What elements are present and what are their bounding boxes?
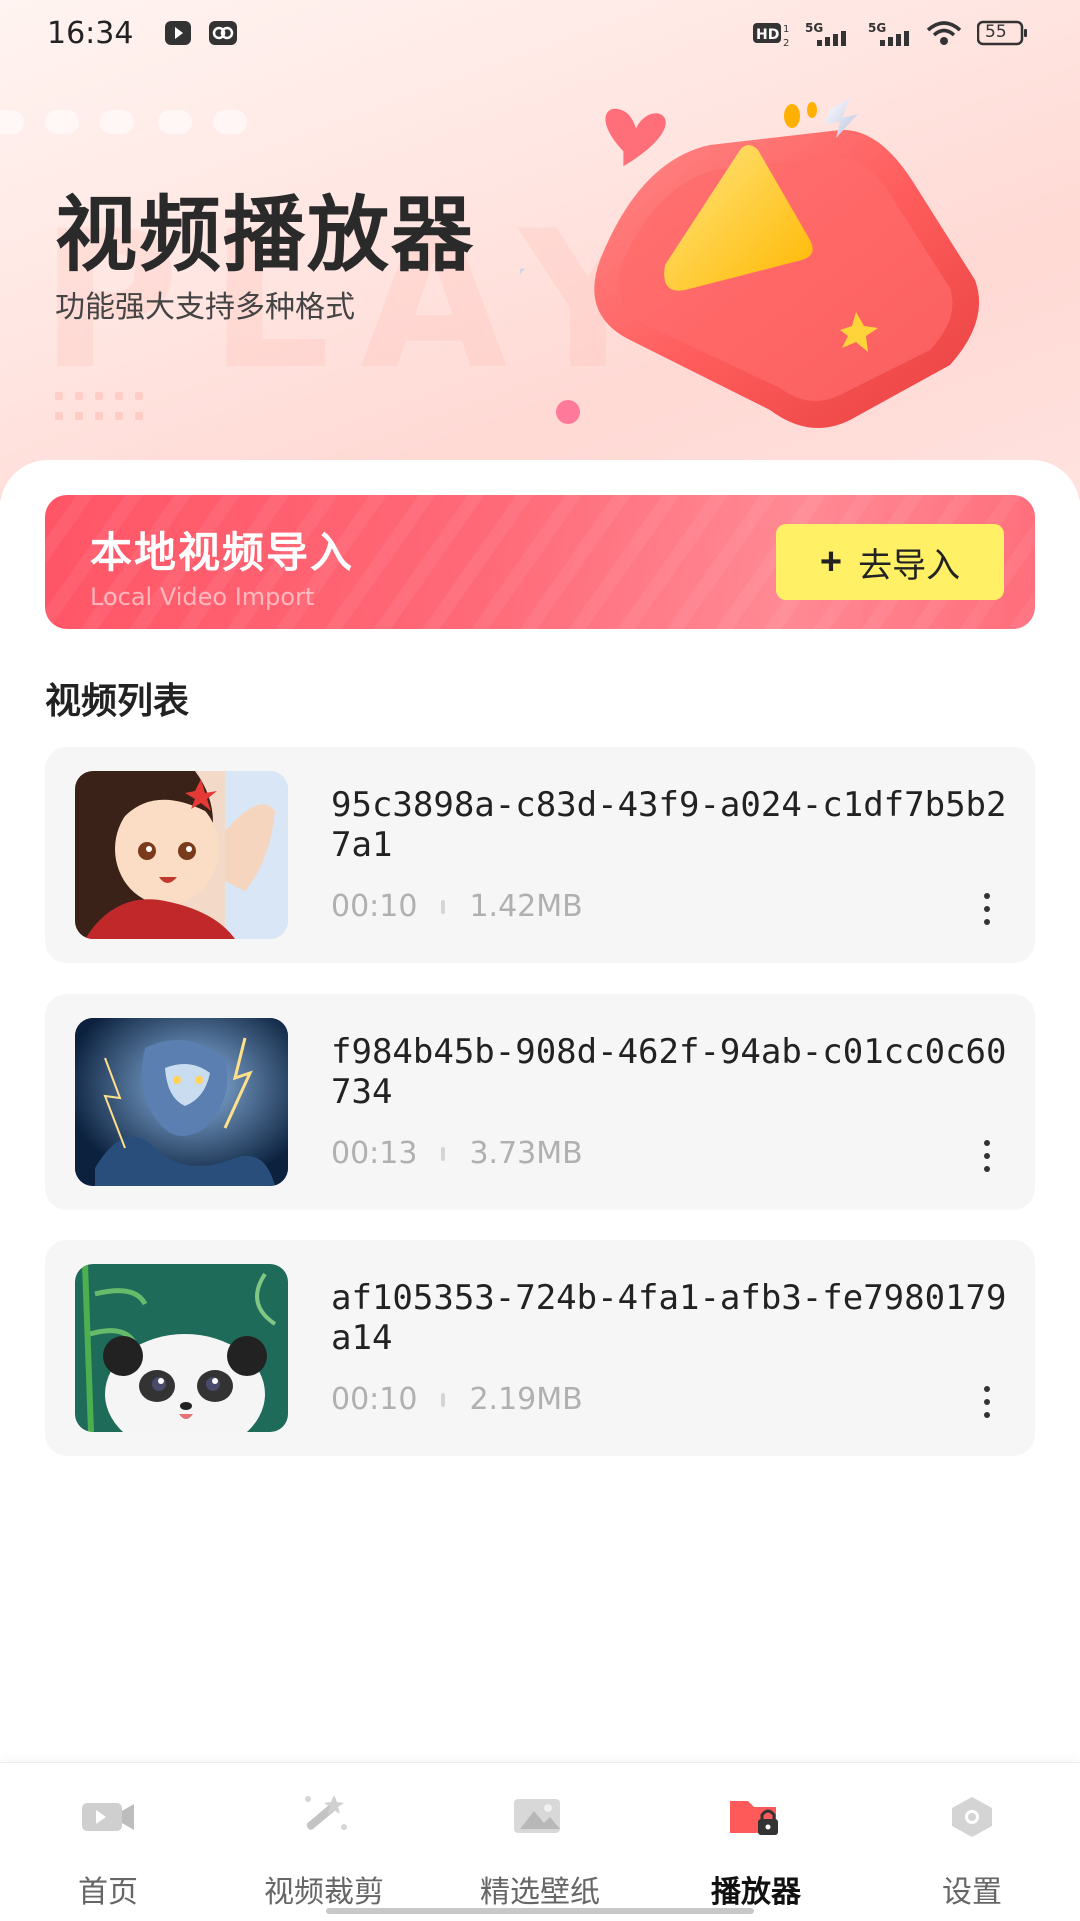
magic-wand-icon: [305, 1795, 347, 1830]
link-notification-icon: [209, 21, 237, 45]
video-meta: 00:10 2.19MB: [331, 1382, 583, 1417]
meta-divider: [441, 1392, 446, 1407]
tab-home[interactable]: 首页: [0, 1763, 216, 1921]
plus-icon: +: [819, 541, 843, 583]
battery-icon: 55: [977, 20, 1029, 46]
tab-video-trim[interactable]: 视频裁剪: [216, 1763, 432, 1921]
more-options-icon[interactable]: [977, 893, 997, 933]
play-cushion-icon: [520, 98, 980, 429]
tab-settings[interactable]: 设置: [864, 1763, 1080, 1921]
video-camera-icon: [82, 1803, 134, 1831]
svg-text:2: 2: [783, 38, 789, 48]
meta-divider: [441, 1146, 446, 1161]
status-time: 16:34: [47, 16, 134, 51]
import-banner-title: 本地视频导入: [90, 528, 355, 577]
svg-text:5G: 5G: [805, 21, 823, 35]
video-name: f984b45b-908d-462f-94ab-c01cc0c60734: [331, 1032, 1007, 1112]
signal-5g-icon: 5G: [805, 21, 846, 46]
tab-label: 精选壁纸: [480, 1875, 600, 1910]
video-size: 2.19MB: [469, 1382, 583, 1417]
bottom-tab-bar: 首页 视频裁剪 精选壁纸 播放器 设置: [0, 1762, 1080, 1921]
video-meta: 00:10 1.42MB: [331, 889, 583, 924]
video-duration: 00:13: [331, 1136, 418, 1171]
battery-level: 55: [985, 22, 1007, 42]
tab-player[interactable]: 播放器: [648, 1763, 864, 1921]
anime-girl-thumbnail: [75, 771, 288, 939]
image-icon: [514, 1799, 560, 1833]
svg-text:5G: 5G: [868, 21, 886, 35]
video-name: 95c3898a-c83d-43f9-a024-c1df7b5b27a1: [331, 785, 1007, 865]
svg-text:HD: HD: [756, 27, 779, 43]
locked-folder-icon: [730, 1801, 778, 1835]
home-indicator: [326, 1908, 754, 1914]
tab-label: 首页: [78, 1875, 138, 1910]
video-list-item[interactable]: af105353-724b-4fa1-afb3-fe7980179a14 00:…: [45, 1240, 1035, 1456]
go-import-label: 去导入: [858, 546, 961, 585]
video-meta: 00:13 3.73MB: [331, 1136, 583, 1171]
settings-icon: [952, 1797, 992, 1837]
tab-label: 设置: [942, 1875, 1002, 1910]
more-options-icon[interactable]: [977, 1386, 997, 1426]
hd-icon: HD 1 2: [753, 23, 789, 48]
video-list-item[interactable]: f984b45b-908d-462f-94ab-c01cc0c60734 00:…: [45, 994, 1035, 1210]
tab-label: 播放器: [711, 1875, 801, 1910]
video-size: 1.42MB: [469, 889, 583, 924]
tab-wallpaper[interactable]: 精选壁纸: [432, 1763, 648, 1921]
local-import-banner[interactable]: 本地视频导入 Local Video Import + 去导入: [45, 495, 1035, 629]
hero-subtitle: 功能强大支持多种格式: [55, 290, 355, 325]
more-options-icon[interactable]: [977, 1140, 997, 1180]
hero-banner: PLAY 16:34 HD 1 2 5G 5G 55 视频播放器 功能强大支持多…: [0, 0, 1080, 500]
tab-label: 视频裁剪: [264, 1875, 384, 1910]
dragon-thumbnail: [75, 1018, 288, 1186]
signal-5g-icon: 5G: [868, 21, 909, 46]
video-duration: 00:10: [331, 889, 418, 924]
video-list-item[interactable]: 95c3898a-c83d-43f9-a024-c1df7b5b27a1 00:…: [45, 747, 1035, 963]
wifi-icon: [926, 21, 962, 45]
panda-thumbnail: [75, 1264, 288, 1432]
video-duration: 00:10: [331, 1382, 418, 1417]
import-banner-subtitle: Local Video Import: [90, 583, 315, 611]
play-notification-icon: [165, 21, 191, 45]
meta-divider: [441, 899, 446, 914]
go-import-button[interactable]: + 去导入: [776, 524, 1004, 600]
main-content: 本地视频导入 Local Video Import + 去导入 视频列表 95c…: [0, 460, 1080, 1760]
svg-text:1: 1: [783, 24, 789, 35]
status-bar: 16:34 HD 1 2 5G 5G 55: [0, 0, 1080, 70]
hero-title: 视频播放器: [55, 188, 476, 283]
video-name: af105353-724b-4fa1-afb3-fe7980179a14: [331, 1278, 1007, 1358]
video-size: 3.73MB: [469, 1136, 583, 1171]
decorative-dots: [0, 110, 300, 134]
video-list-title: 视频列表: [45, 681, 190, 722]
